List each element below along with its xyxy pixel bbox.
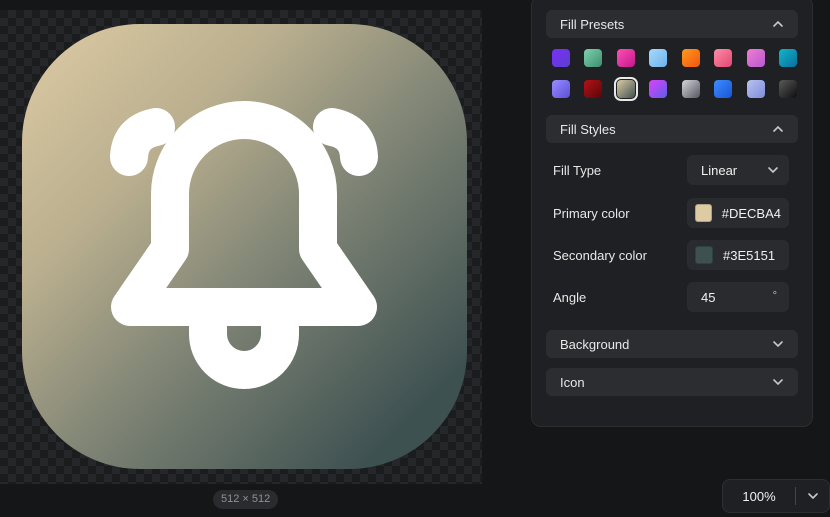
primary-color-field[interactable]: #DECBA4 bbox=[687, 198, 789, 228]
secondary-color-swatch[interactable] bbox=[695, 246, 713, 264]
zoom-control: 100% bbox=[722, 479, 830, 513]
chevron-down-icon bbox=[768, 167, 778, 174]
fill-presets-title: Fill Presets bbox=[560, 16, 625, 32]
chevron-up-icon bbox=[773, 125, 783, 132]
fill-styles-title: Fill Styles bbox=[560, 121, 616, 137]
secondary-color-hex: #3E5151 bbox=[723, 247, 776, 263]
properties-panel: Fill Presets Fill Styles Fill Type Linea… bbox=[531, 0, 813, 427]
fill-type-value: Linear bbox=[701, 162, 738, 178]
fill-preset-swatch[interactable] bbox=[681, 49, 700, 67]
preset-row bbox=[552, 77, 797, 101]
fill-preset-swatch[interactable] bbox=[552, 80, 570, 98]
fill-type-label: Fill Type bbox=[553, 163, 602, 178]
fill-preset-swatch[interactable] bbox=[746, 49, 765, 67]
fill-preset-swatch[interactable] bbox=[552, 49, 570, 67]
fill-type-select[interactable]: Linear bbox=[687, 155, 789, 185]
chevron-down-icon bbox=[773, 341, 783, 348]
icon-section-title: Icon bbox=[560, 374, 585, 390]
primary-color-swatch[interactable] bbox=[695, 204, 712, 222]
fill-preset-swatch[interactable] bbox=[584, 49, 603, 67]
secondary-color-field[interactable]: #3E5151 bbox=[687, 240, 789, 270]
angle-unit: ° bbox=[772, 290, 777, 302]
fill-preset-swatch[interactable] bbox=[649, 49, 668, 67]
angle-label: Angle bbox=[553, 290, 587, 305]
icon-preview bbox=[22, 24, 467, 469]
angle-input[interactable]: 45 ° bbox=[687, 282, 789, 312]
chevron-up-icon bbox=[773, 20, 783, 27]
fill-preset-swatch[interactable] bbox=[584, 80, 603, 98]
background-title: Background bbox=[560, 336, 630, 352]
icon-section-header[interactable]: Icon bbox=[546, 368, 798, 396]
fill-preset-swatch[interactable] bbox=[746, 80, 765, 98]
canvas-size-badge: 512 × 512 bbox=[213, 490, 279, 509]
bell-ring-icon bbox=[110, 101, 378, 389]
fill-preset-swatch[interactable] bbox=[714, 80, 733, 98]
fill-preset-swatch[interactable] bbox=[616, 49, 635, 67]
angle-value: 45 bbox=[701, 289, 716, 305]
fill-presets-header[interactable]: Fill Presets bbox=[546, 10, 798, 38]
primary-color-hex: #DECBA4 bbox=[721, 205, 781, 221]
zoom-dropdown-button[interactable] bbox=[796, 490, 829, 502]
fill-styles-header[interactable]: Fill Styles bbox=[546, 115, 798, 143]
preset-row bbox=[552, 49, 797, 67]
fill-preset-swatch[interactable] bbox=[714, 49, 733, 67]
background-section-header[interactable]: Background bbox=[546, 330, 798, 358]
fill-preset-swatch[interactable] bbox=[649, 80, 668, 98]
fill-preset-swatch[interactable] bbox=[681, 80, 700, 98]
fill-preset-swatch[interactable] bbox=[613, 77, 638, 101]
fill-preset-grid bbox=[552, 49, 797, 111]
fill-preset-swatch[interactable] bbox=[778, 49, 797, 67]
secondary-color-label: Secondary color bbox=[553, 248, 647, 263]
chevron-down-icon bbox=[773, 379, 783, 386]
zoom-value[interactable]: 100% bbox=[723, 489, 795, 504]
fill-preset-swatch[interactable] bbox=[778, 80, 797, 98]
primary-color-label: Primary color bbox=[553, 206, 630, 221]
chevron-down-icon bbox=[807, 493, 818, 500]
